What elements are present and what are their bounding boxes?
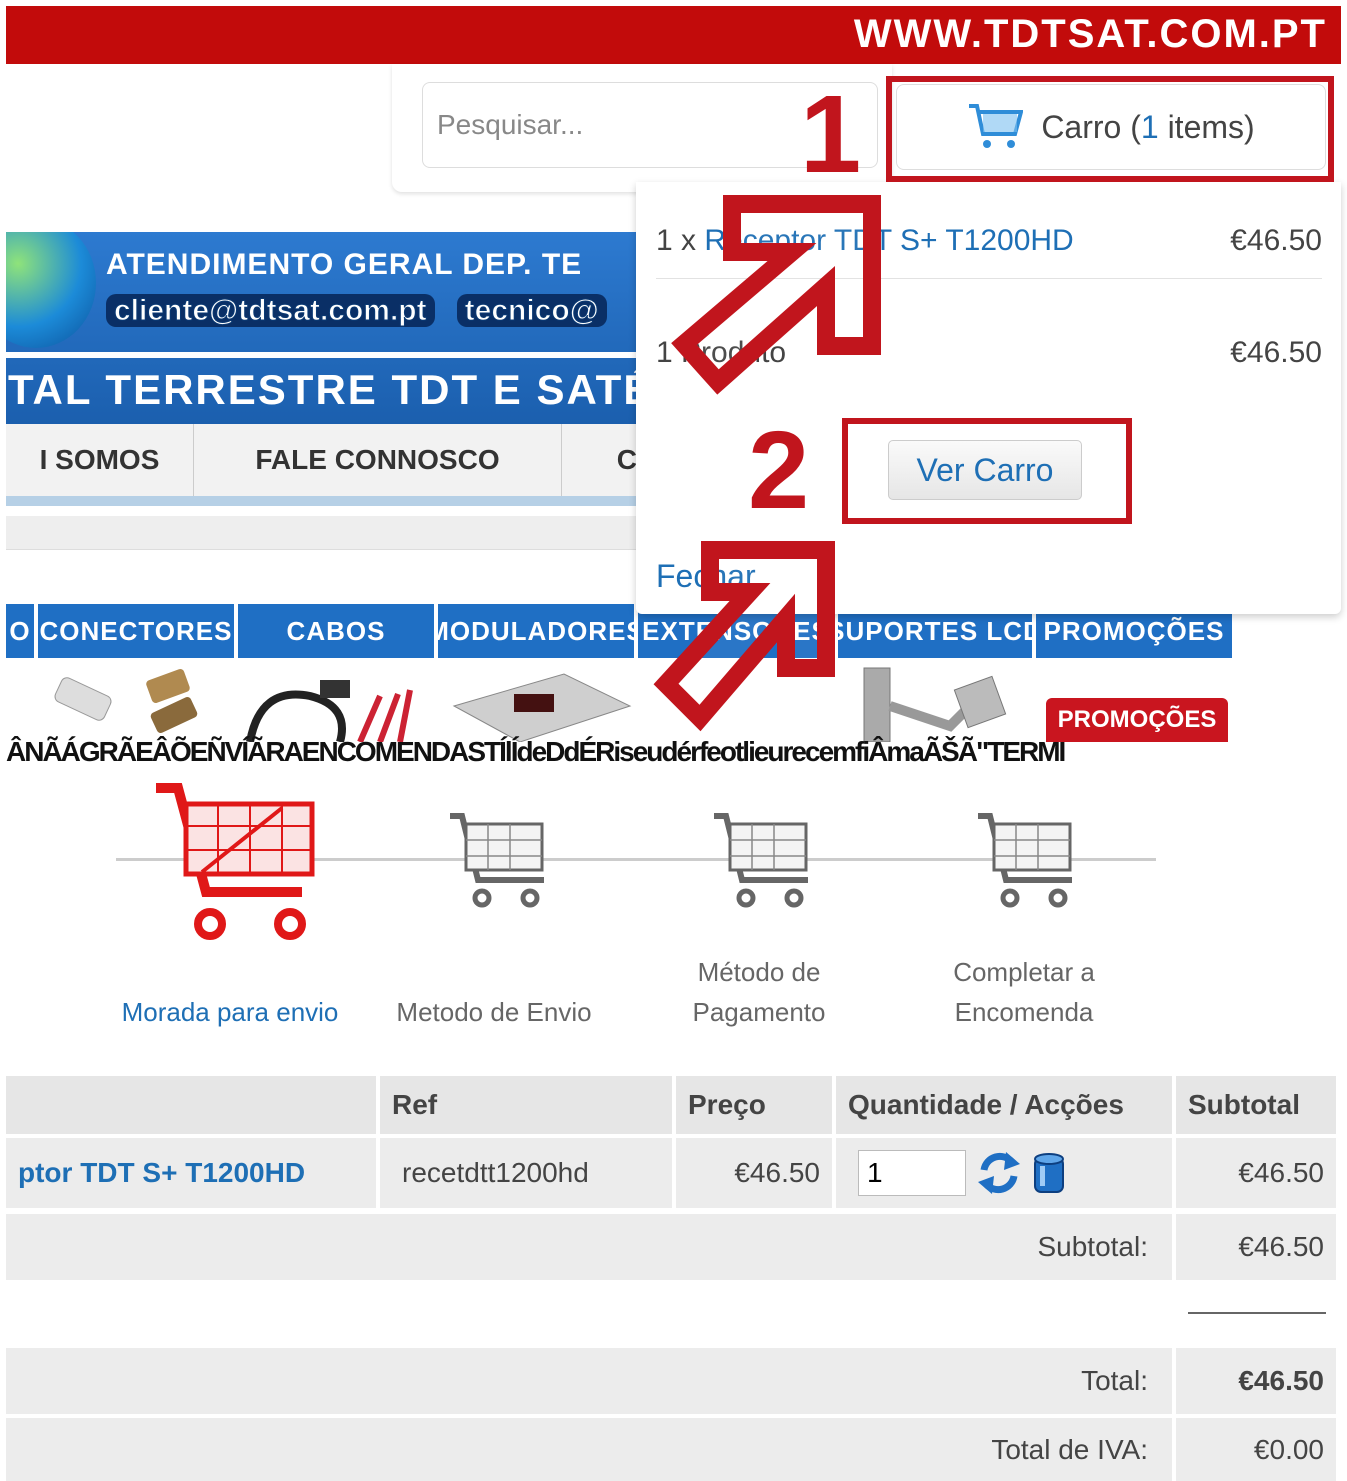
header-price: Preço <box>676 1076 832 1134</box>
lcd-mounts-image[interactable] <box>860 666 1020 742</box>
connectors-image[interactable] <box>40 666 240 742</box>
email-tecnico: tecnico@ <box>456 294 607 328</box>
step-complete-order[interactable]: Completar a Encomenda <box>936 952 1112 1032</box>
email-cliente: cliente@tdtsat.com.pt <box>106 294 435 328</box>
top-banner: WWW.TDTSAT.COM.PT <box>6 6 1341 64</box>
banner-divider <box>6 352 638 358</box>
product-ref: recetdtt1200hd <box>380 1138 672 1208</box>
total-row: Total: €46.50 <box>6 1348 1336 1414</box>
nav-fale-connosco[interactable]: FALE CONNOSCO <box>194 424 562 496</box>
table-header-row: Ref Preço Quantidade / Acções Subtotal <box>6 1076 1336 1134</box>
annotation-number-1: 1 <box>800 73 862 196</box>
banner-emails: cliente@tdtsat.com.pt tecnico@ <box>106 294 629 328</box>
step-cart-icon-active[interactable] <box>152 780 322 942</box>
subtotal-value: €46.50 <box>1176 1214 1336 1280</box>
header-product <box>6 1076 376 1134</box>
globe-icon <box>6 232 96 348</box>
step-shipping-address[interactable]: Morada para envio <box>100 992 360 1032</box>
refresh-icon[interactable] <box>976 1150 1022 1196</box>
nav-item-c[interactable]: C <box>562 424 638 496</box>
contact-banner: ATENDIMENTO GERAL DEP. TE cliente@tdtsat… <box>6 232 638 424</box>
delete-bin-icon[interactable] <box>1032 1150 1066 1196</box>
product-subtotal: €46.50 <box>1176 1138 1336 1208</box>
vat-row: Total de IVA: €0.00 <box>6 1418 1336 1481</box>
page-root: WWW.TDTSAT.COM.PT Carro (1 items) ATENDI… <box>0 0 1347 1481</box>
vat-label: Total de IVA: <box>6 1418 1172 1481</box>
table-row: ptor TDT S+ T1200HD recetdtt1200hd €46.5… <box>6 1138 1336 1208</box>
annotation-box-view-cart <box>842 418 1132 524</box>
step-cart-icon[interactable] <box>976 810 1076 910</box>
header-ref: Ref <box>380 1076 672 1134</box>
quantity-actions-cell <box>836 1138 1172 1208</box>
step-payment-method[interactable]: Método de Pagamento <box>672 952 846 1032</box>
product-price: €46.50 <box>676 1138 832 1208</box>
modulators-image[interactable] <box>444 666 634 742</box>
annotation-number-2: 2 <box>748 409 810 532</box>
header-subtotal: Subtotal <box>1176 1076 1336 1134</box>
banner-subtitle: TAL TERRESTRE TDT E SATÉ <box>8 366 638 413</box>
cables-image[interactable] <box>240 666 420 742</box>
subtotal-row: Subtotal: €46.50 <box>6 1214 1336 1280</box>
product-link[interactable]: ptor TDT S+ T1200HD <box>6 1138 376 1208</box>
annotation-arrow-2 <box>653 541 835 732</box>
category-cabos[interactable]: CABOS <box>238 604 438 658</box>
nav-quem-somos[interactable]: I SOMOS <box>6 424 194 496</box>
step-cart-icon[interactable] <box>712 810 812 910</box>
total-divider <box>1188 1312 1326 1314</box>
step-shipping-method[interactable]: Metodo de Envio <box>380 992 608 1032</box>
dropdown-total-price: €46.50 <box>1230 336 1322 369</box>
dropdown-item-price: €46.50 <box>1230 224 1322 257</box>
annotation-box-cart <box>886 76 1334 182</box>
main-nav: I SOMOS FALE CONNOSCO C <box>6 424 638 506</box>
category-moduladores[interactable]: MODULADORES <box>438 604 638 658</box>
step-cart-icon[interactable] <box>448 810 548 910</box>
subtotal-label: Subtotal: <box>6 1214 1172 1280</box>
category-conectores[interactable]: CONECTORES <box>38 604 238 658</box>
vat-value: €0.00 <box>1176 1418 1336 1481</box>
banner-title: ATENDIMENTO GERAL DEP. TE <box>106 248 583 281</box>
total-label: Total: <box>6 1348 1172 1414</box>
site-url: WWW.TDTSAT.COM.PT <box>853 12 1327 56</box>
total-value: €46.50 <box>1176 1348 1336 1414</box>
category-item-o[interactable]: O <box>6 604 38 658</box>
quantity-input[interactable] <box>858 1150 966 1196</box>
annotation-arrow-1 <box>671 195 881 395</box>
header-quantity-actions: Quantidade / Acções <box>836 1076 1172 1134</box>
